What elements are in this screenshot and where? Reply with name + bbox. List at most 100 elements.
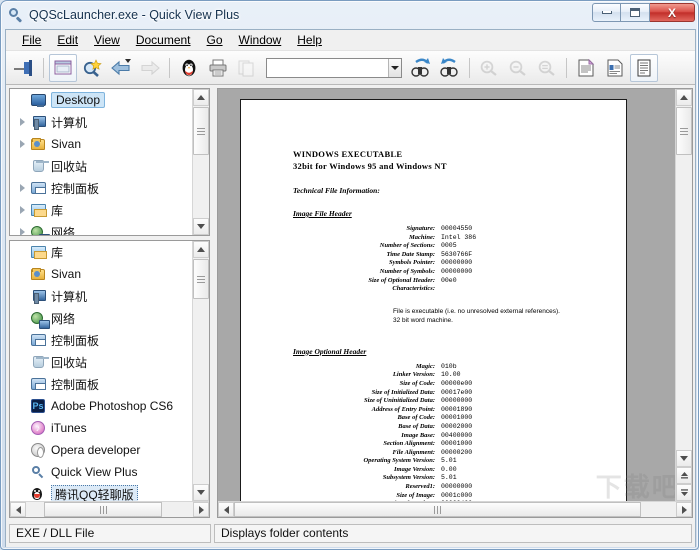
list-item[interactable]: ♪ iTunes [10, 417, 192, 439]
scroll-down-button[interactable] [193, 484, 209, 501]
file-list-scrollbar[interactable] [192, 241, 209, 501]
control-panel-icon [30, 332, 47, 348]
show-folder-pane-button[interactable] [49, 53, 77, 82]
file-list[interactable]: 库 Sivan 计算机 网络 控制面板 回收站 控制面板 Ps Adobe Pho… [9, 240, 210, 518]
table-row: Magic: 010b [241, 363, 626, 372]
computer-icon [30, 114, 47, 130]
menu-help[interactable]: Help [289, 31, 330, 50]
menu-window[interactable]: Window [231, 31, 290, 50]
network-icon [30, 224, 50, 235]
scroll-right-button[interactable] [676, 502, 692, 517]
document-scrollbar[interactable] [675, 89, 692, 501]
field-value [441, 285, 626, 294]
table-row: Subsystem Version: 5.01 [241, 474, 626, 483]
menu-view[interactable]: View [86, 31, 128, 50]
tree-item-network[interactable]: 网络 [10, 221, 192, 235]
menu-document[interactable]: Document [128, 31, 199, 50]
tree-item-recycle-bin[interactable]: 回收站 [10, 155, 192, 177]
hscrollbar-thumb[interactable] [44, 502, 162, 517]
file-list-hscrollbar[interactable] [10, 501, 209, 517]
document-hscrollbar[interactable] [218, 501, 692, 517]
field-value: 00000200 [441, 448, 473, 456]
expander-icon[interactable] [14, 202, 30, 218]
hscroll-track[interactable] [26, 502, 193, 517]
folder-tree-scrollbar[interactable] [192, 89, 209, 235]
minimize-button[interactable] [592, 3, 621, 22]
zoom-out-icon [509, 60, 526, 76]
list-item[interactable]: 库 [10, 241, 192, 263]
close-button[interactable]: X [650, 3, 695, 22]
list-item-label: 控制面板 [51, 333, 100, 348]
scroll-right-button[interactable] [193, 502, 209, 517]
list-item[interactable]: 网络 [10, 307, 192, 329]
expander-icon[interactable] [14, 136, 30, 152]
list-item[interactable]: Ps Adobe Photoshop CS6 [10, 395, 192, 417]
tree-item-computer[interactable]: 计算机 [10, 111, 192, 133]
hscroll-track[interactable] [234, 502, 676, 517]
maximize-button[interactable] [621, 3, 650, 22]
scroll-up-button[interactable] [193, 241, 209, 258]
grip-icon [680, 127, 688, 135]
chevron-down-icon[interactable] [387, 58, 401, 77]
expander-icon[interactable] [14, 114, 30, 130]
magnifier-star-icon [83, 58, 102, 77]
find-next-button[interactable] [407, 54, 435, 82]
view-page-button[interactable] [572, 54, 600, 82]
tree-item-libraries[interactable]: 库 [10, 199, 192, 221]
scroll-up-button[interactable] [676, 89, 692, 106]
launch-app-button[interactable] [175, 54, 203, 82]
tree-item-control-panel[interactable]: 控制面板 [10, 177, 192, 199]
find-button[interactable] [78, 54, 106, 82]
pin-button[interactable] [10, 54, 38, 82]
scroll-down-button[interactable] [676, 450, 692, 467]
print-button[interactable] [204, 54, 232, 82]
search-combo[interactable] [266, 57, 402, 78]
menu-document-label: Document [135, 32, 191, 47]
list-item[interactable]: Quick View Plus [10, 461, 192, 483]
list-item[interactable]: Opera developer [10, 439, 192, 461]
list-item[interactable]: Sivan [10, 263, 192, 285]
search-input[interactable] [267, 58, 388, 77]
list-item[interactable]: 控制面板 [10, 329, 192, 351]
expander-icon[interactable] [14, 224, 30, 235]
document-subheading: Technical File Information: [293, 186, 380, 195]
document-viewer[interactable]: WINDOWS EXECUTABLE 32bit for Windows 95 … [217, 88, 693, 518]
field-key: Symbols Pointer: [388, 259, 435, 267]
list-item[interactable]: 控制面板 [10, 373, 192, 395]
scrollbar-thumb[interactable] [676, 107, 692, 155]
recycle-bin-icon [30, 158, 49, 174]
menu-window-label: Window [238, 32, 282, 47]
image-optional-header-table: Magic: 010b Linker Version: 10.00 Size of … [241, 363, 626, 501]
view-page-text-button[interactable] [601, 54, 629, 82]
field-key: Number of Sections: [379, 242, 435, 250]
page-up-icon [680, 472, 688, 479]
scrollbar-thumb[interactable] [193, 107, 209, 155]
tree-item-sivan[interactable]: Sivan [10, 133, 192, 155]
view-continuous-button[interactable] [630, 53, 658, 82]
library-icon [30, 202, 47, 218]
tree-item-desktop[interactable]: Desktop [10, 89, 192, 111]
back-button[interactable] [107, 54, 135, 82]
list-item[interactable]: 计算机 [10, 285, 192, 307]
forward-button [136, 54, 164, 82]
list-item-label: Adobe Photoshop CS6 [51, 399, 174, 413]
grip-icon [197, 275, 205, 283]
field-value: 5630766F [441, 250, 473, 258]
list-item-selected[interactable]: 腾讯QQ轻聊版 [10, 483, 192, 501]
menu-file[interactable]: File [14, 31, 49, 50]
previous-page-button[interactable] [676, 467, 692, 484]
magnifier-icon [8, 7, 24, 23]
hscrollbar-thumb[interactable] [234, 502, 641, 517]
scrollbar-thumb[interactable] [193, 259, 209, 299]
scroll-down-button[interactable] [193, 218, 209, 235]
menu-edit[interactable]: Edit [49, 31, 86, 50]
scroll-up-button[interactable] [193, 89, 209, 106]
menu-go[interactable]: Go [199, 31, 231, 50]
list-item[interactable]: 回收站 [10, 351, 192, 373]
scroll-left-button[interactable] [218, 502, 234, 517]
expander-icon[interactable] [14, 180, 30, 196]
find-previous-button[interactable] [436, 54, 464, 82]
scroll-left-button[interactable] [10, 502, 26, 517]
folder-tree[interactable]: Desktop 计算机 Sivan 回收站 控制面板 库 网络 [9, 88, 210, 236]
next-page-button[interactable] [676, 484, 692, 501]
